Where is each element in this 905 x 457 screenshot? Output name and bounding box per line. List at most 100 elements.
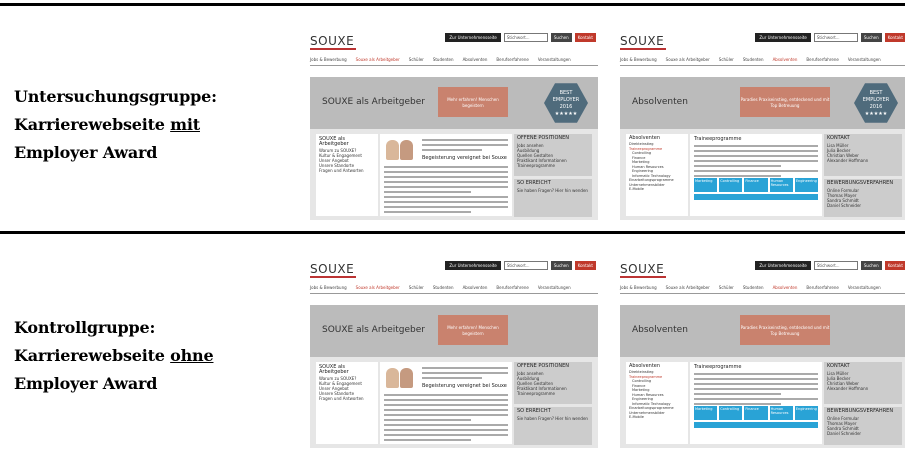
company-page-link[interactable]: Zur Unternehmensseite [755,33,811,42]
employer-award-badge: BEST EMPLOYER 2016 ★★★★★ [544,83,588,123]
promo-box[interactable]: Paradies Praxiseinstieg, entdeckend und … [740,87,830,117]
main-nav: Jobs & Bewerbung Souxe als Arbeitgeber S… [620,285,905,294]
search-button[interactable]: Suchen [550,33,572,42]
contact-button[interactable]: Kontakt [574,33,596,42]
nav-item[interactable]: Berufserfahrene [806,285,838,293]
screenshot-graduates-with-award: SOUXE Zur Unternehmensseite Stichwort...… [618,14,905,222]
program-tile[interactable]: Human Resources [769,406,793,420]
nav-item[interactable]: Studenten [743,57,764,65]
promo-box[interactable]: Mehr erfahren! Menschen begeistern [438,87,508,117]
box-link[interactable]: Traineeprogramme [514,391,592,396]
search-button[interactable]: Suchen [860,261,882,270]
main-nav: Jobs & Bewerbung Souxe als Arbeitgeber S… [310,285,598,294]
nav-item[interactable]: Schüler [719,57,734,65]
nav-item-active[interactable]: Absolventen [773,285,798,293]
hero-banner: SOUXE als Arbeitgeber Mehr erfahren! Men… [310,77,598,129]
side-menu-item[interactable]: Fragen und Antworten [316,168,378,173]
group-title: Untersuchungsgruppe: [14,87,217,106]
article-heading: Begeisterung vereignet bei Souxe [422,383,507,389]
nav-item[interactable]: Studenten [433,285,454,293]
main-article: Traineeprogramme Marketing Controlling F… [690,362,822,444]
nav-item[interactable]: Veranstaltungen [538,57,571,65]
box-link[interactable]: Daniel Schneider [824,203,902,208]
souxe-logo: SOUXE [620,262,665,276]
box-title: OFFENE POSITIONEN [517,135,570,141]
box-text: Sie haben Fragen? Hier hin wenden [517,188,588,193]
program-tile[interactable]: Controlling [719,178,743,192]
contact-box: KONTAKT Lisa Müller Julia Becker Christi… [824,134,902,176]
company-page-link[interactable]: Zur Unternehmensseite [445,33,501,42]
box-link[interactable]: Alexander Hoffmann [824,158,902,163]
search-input[interactable]: Stichwort... [813,261,858,270]
program-tile[interactable]: Engineering [794,178,819,192]
nav-item[interactable]: Studenten [743,285,764,293]
search-button[interactable]: Suchen [860,33,882,42]
contact-button[interactable]: Kontakt [884,261,905,270]
box-link[interactable]: Traineeprogramme [514,163,592,168]
screenshot-employer-with-award: SOUXE Zur Unternehmensseite Stichwort...… [308,14,600,222]
promo-box[interactable]: Mehr erfahren! Menschen begeistern [438,315,508,345]
nav-item[interactable]: Berufserfahrene [806,57,838,65]
nav-item[interactable]: Studenten [433,57,454,65]
program-tile[interactable]: Human Resources [769,178,793,192]
banner-title: Absolventen [632,325,688,335]
main-nav: Jobs & Bewerbung Souxe als Arbeitgeber S… [620,57,905,66]
nav-item[interactable]: Jobs & Bewerbung [620,57,657,65]
company-page-link[interactable]: Zur Unternehmensseite [445,261,501,270]
nav-item[interactable]: Schüler [409,57,424,65]
program-tiles-second-row [694,194,818,200]
nav-item[interactable]: Schüler [409,285,424,293]
nav-item[interactable]: Berufserfahrene [496,57,528,65]
side-menu-title: SOUXE als Arbeitgeber [319,136,349,147]
nav-item[interactable]: Jobs & Bewerbung [310,285,347,293]
nav-item[interactable]: Veranstaltungen [848,285,881,293]
nav-item[interactable]: Absolventen [463,57,488,65]
search-button[interactable]: Suchen [550,261,572,270]
nav-item[interactable]: Veranstaltungen [538,285,571,293]
nav-item[interactable]: Souxe als Arbeitgeber [666,285,710,293]
control-group-label: Kontrollgruppe: Karrierewebseite ohne Em… [14,314,214,398]
program-tiles: Marketing Controlling Finance Human Reso… [694,406,819,420]
company-page-link[interactable]: Zur Unternehmensseite [755,261,811,270]
main-article: Begeisterung vereignet bei Souxe [380,134,512,216]
banner-title: Absolventen [632,97,688,107]
application-box: BEWERBUNGSVERFAHREN Online Formular Thom… [824,407,902,445]
souxe-logo: SOUXE [620,34,665,48]
search-input[interactable]: Stichwort... [813,33,858,42]
nav-item-active[interactable]: Souxe als Arbeitgeber [356,285,400,293]
box-link[interactable]: Alexander Hoffmann [824,386,902,391]
hero-banner: Absolventen Paradies Praxiseinstieg, ent… [620,305,905,357]
nav-item[interactable]: Berufserfahrene [496,285,528,293]
contact-button[interactable]: Kontakt [574,261,596,270]
program-tile[interactable]: Finance [744,178,768,192]
program-tile[interactable]: Engineering [794,406,819,420]
promo-box[interactable]: Paradies Praxiseinstieg, entdeckend und … [740,315,830,345]
box-link[interactable]: Daniel Schneider [824,431,902,436]
nav-item-active[interactable]: Absolventen [773,57,798,65]
program-tile[interactable]: Finance [744,406,768,420]
nav-item[interactable]: Veranstaltungen [848,57,881,65]
side-menu-item[interactable]: Fragen und Antworten [316,396,378,401]
box-title: BEWERBUNGSVERFAHREN [827,180,894,186]
program-tile[interactable]: Marketing [694,406,718,420]
nav-item[interactable]: Jobs & Bewerbung [620,285,657,293]
contact-button[interactable]: Kontakt [884,33,905,42]
search-input[interactable]: Stichwort... [503,261,548,270]
site-header-tools: Zur Unternehmensseite Stichwort... Suche… [445,261,596,270]
nav-item[interactable]: Schüler [719,285,734,293]
box-title: KONTAKT [827,363,850,369]
program-tile[interactable]: Controlling [719,406,743,420]
program-tile[interactable]: Marketing [694,178,718,192]
logo-underline [620,276,666,278]
search-input[interactable]: Stichwort... [503,33,548,42]
logo-underline [620,48,666,50]
nav-item-active[interactable]: Souxe als Arbeitgeber [356,57,400,65]
side-menu-item[interactable]: E-Mobile [626,187,688,192]
box-title: SO ERREICHT [517,408,551,414]
content-area: Absolventen Direkteinstieg Traineeprogra… [620,129,905,220]
nav-item[interactable]: Jobs & Bewerbung [310,57,347,65]
side-menu-title: Absolventen [629,135,661,141]
nav-item[interactable]: Souxe als Arbeitgeber [666,57,710,65]
nav-item[interactable]: Absolventen [463,285,488,293]
side-menu-item[interactable]: E-Mobile [626,415,688,420]
